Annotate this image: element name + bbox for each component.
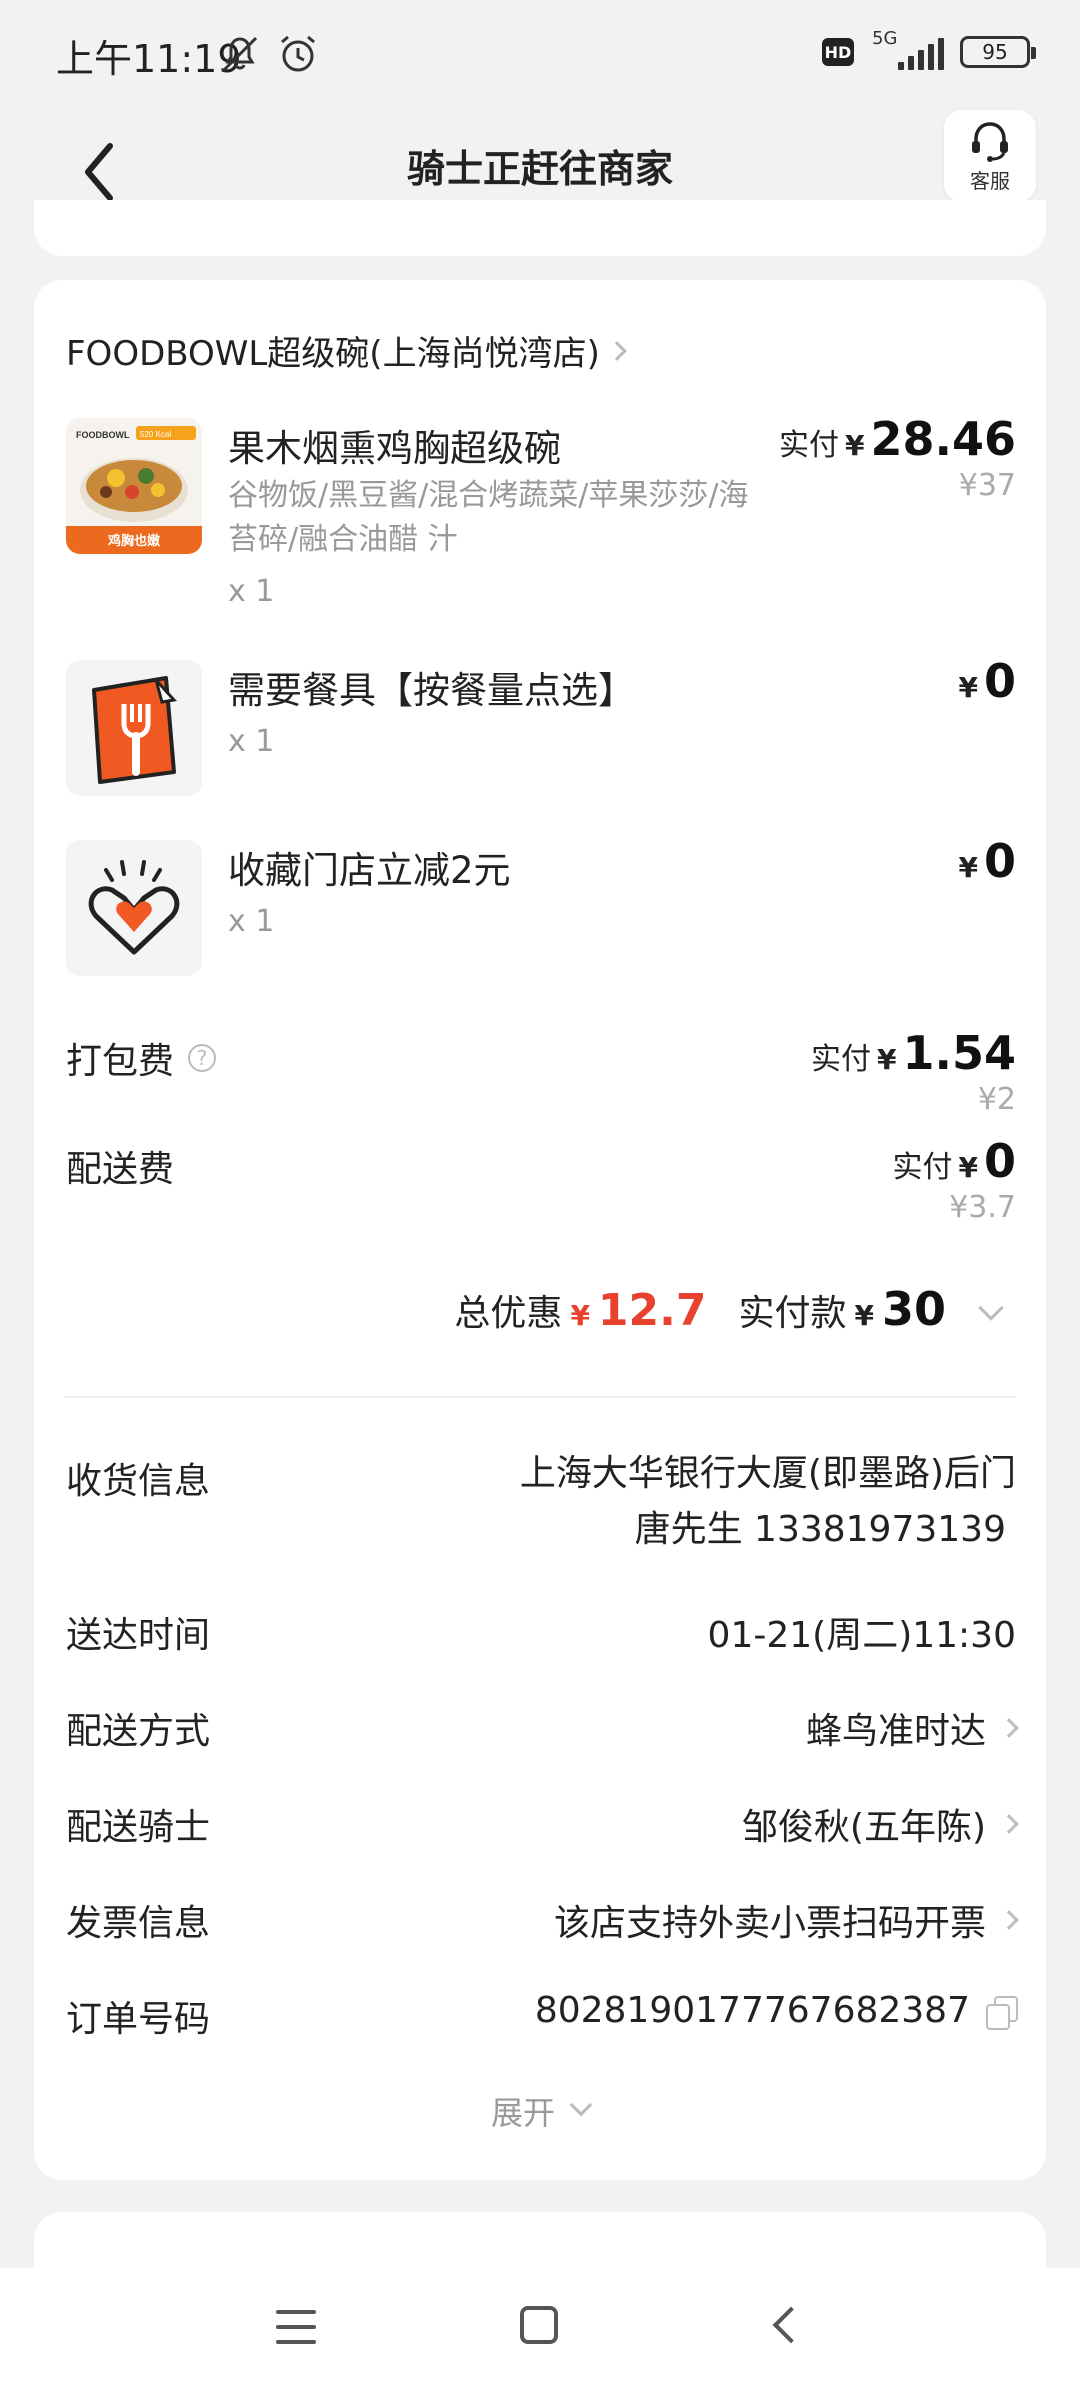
store-name: FOODBOWL超级碗(上海尚悦湾店) [66, 334, 600, 374]
order-number-row: 订单号码 8028190177767682387 [66, 1990, 1018, 2050]
system-nav-bar [0, 2268, 1080, 2400]
receiver-contact: 唐先生 13381973139 [634, 1509, 1006, 1550]
svg-text:520 Kcal: 520 Kcal [140, 430, 171, 439]
order-detail-card: FOODBOWL超级碗(上海尚悦湾店) FOODBOWL 520 Kcal 鸡胸… [34, 280, 1046, 2180]
item-quantity: x 1 [228, 574, 275, 609]
item-price: 实付 ¥ 28.46 ¥37 [779, 412, 1016, 503]
chevron-right-icon [999, 1718, 1019, 1738]
order-number: 8028190177767682387 [534, 1990, 970, 2031]
invoice-row[interactable]: 发票信息 该店支持外卖小票扫码开票 [66, 1894, 1019, 1954]
delivery-fee-row: 配送费 实付 ¥ 0 ¥3.7 [66, 1134, 1016, 1225]
heart-hands-image [66, 840, 202, 976]
receiver-info-row: 收货信息 上海大华银行大厦(即墨路)后门 唐先生 13381973139 [66, 1452, 1016, 1572]
status-time: 上午11:19 [56, 37, 242, 81]
item-price: ¥ 0 [958, 834, 1017, 888]
page-title: 骑士正赶往商家 [406, 147, 673, 191]
status-bar: 上午11:19 HD 5G 95 [0, 0, 1080, 110]
alarm-icon [281, 35, 315, 72]
hd-icon: HD [822, 38, 854, 66]
paid-label: 实付款 [738, 1293, 847, 1334]
food-bowl-image: FOODBOWL 520 Kcal 鸡胸也嫩 [66, 418, 202, 554]
rider-name: 邹俊秋(五年陈) [741, 1807, 986, 1848]
card-top-edge [34, 200, 1046, 256]
paid-amount: 30 [881, 1282, 946, 1336]
chevron-down-icon [569, 2093, 593, 2117]
svg-text:鸡胸也嫩: 鸡胸也嫩 [107, 533, 161, 549]
discount-label: 总优惠 [454, 1293, 563, 1334]
order-item: 需要餐具【按餐量点选】 x 1 ¥ 0 [66, 654, 1016, 800]
help-icon[interactable]: ? [188, 1044, 217, 1072]
expand-button[interactable]: 展开 [34, 2088, 1046, 2134]
order-item: FOODBOWL 520 Kcal 鸡胸也嫩 果木烟熏鸡胸超级碗 谷物饭/黑豆酱… [66, 412, 1016, 628]
chevron-right-icon [999, 1910, 1019, 1930]
item-name: 收藏门店立减2元 [228, 849, 511, 892]
chevron-right-icon [606, 340, 627, 361]
original-price: ¥37 [958, 468, 1016, 503]
item-description: 谷物饭/黑豆酱/混合烤蔬菜/苹果莎莎/海苔碎/融合油醋 汁 [228, 478, 749, 557]
menu-icon[interactable] [276, 2310, 316, 2346]
delivery-fee-label: 配送费 [66, 1149, 175, 1190]
packing-fee-row: 打包费 ? 实付 ¥ 1.54 ¥2 [66, 1026, 1016, 1117]
receiver-address: 上海大华银行大厦(即墨路)后门 [519, 1453, 1016, 1494]
svg-text:FOODBOWL: FOODBOWL [76, 430, 130, 440]
battery-level: 95 [982, 40, 1008, 64]
battery-icon: 95 [960, 36, 1036, 68]
order-item: 收藏门店立减2元 x 1 ¥ 0 [66, 834, 1016, 980]
discount-amount: 12.7 [597, 1285, 707, 1336]
delivery-time-row: 送达时间 01-21(周二)11:30 [66, 1606, 1016, 1666]
chevron-right-icon [999, 1814, 1019, 1834]
item-name: 需要餐具【按餐量点选】 [228, 669, 635, 712]
home-icon[interactable] [520, 2306, 558, 2344]
signal-icon: 5G [870, 28, 944, 74]
item-quantity: x 1 [228, 724, 275, 759]
packing-fee-label: 打包费 [66, 1041, 175, 1082]
back-icon[interactable] [772, 2306, 810, 2344]
item-price: ¥ 0 [958, 654, 1017, 708]
utensils-image [66, 660, 202, 796]
item-name: 果木烟熏鸡胸超级碗 [228, 427, 561, 470]
chevron-down-icon [978, 1295, 1004, 1321]
headset-icon [972, 121, 1008, 162]
delivery-fee-price: 实付 ¥ 0 ¥3.7 [892, 1134, 1017, 1225]
price-summary[interactable]: 总优惠 ¥ 12.7 实付款 ¥ 30 [454, 1282, 1004, 1336]
delivery-time-value: 01-21(周二)11:30 [707, 1615, 1016, 1656]
rider-row[interactable]: 配送骑士 邹俊秋(五年陈) [66, 1798, 1019, 1858]
delivery-method-value: 蜂鸟准时达 [805, 1711, 986, 1752]
mute-icon [222, 36, 258, 72]
store-link[interactable]: FOODBOWL超级碗(上海尚悦湾店) [66, 326, 627, 375]
packing-fee-price: 实付 ¥ 1.54 ¥2 [811, 1026, 1016, 1117]
item-quantity: x 1 [228, 904, 275, 939]
divider [64, 1396, 1016, 1398]
delivery-method-row[interactable]: 配送方式 蜂鸟准时达 [66, 1702, 1019, 1762]
customer-service-button[interactable]: 客服 [944, 110, 1036, 202]
copy-icon[interactable] [986, 1995, 1018, 2030]
invoice-value: 该店支持外卖小票扫码开票 [553, 1903, 986, 1944]
